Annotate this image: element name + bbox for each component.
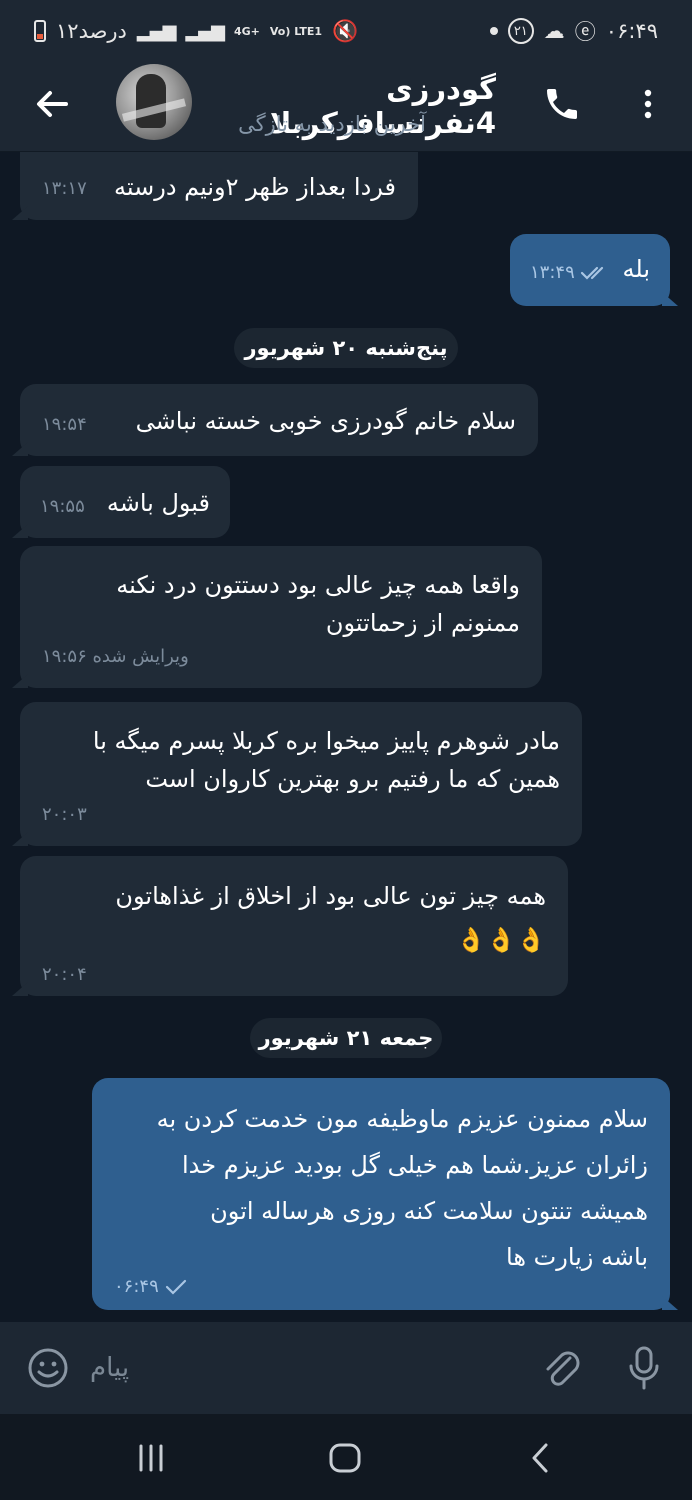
chat-header: گودرزی 4نفرنسافرکربلا آخرین بازدید به تا…: [0, 62, 692, 152]
message-bubble-incoming[interactable]: همه چیز تون عالی بود از اخلاق از غذاهاتو…: [20, 856, 568, 996]
signal-icon-2: ▂▄▆: [185, 20, 225, 42]
double-check-icon: [581, 266, 604, 280]
message-time: ۱۹:۵۵: [40, 496, 85, 517]
last-seen-status: آخرین بازدید به تازگی: [238, 112, 426, 136]
message-text: مادر شوهرم پاییز میخوا بره کربلا پسرم می…: [92, 727, 560, 793]
status-bar: ۱۲درصد ▂▄▆ ▂▄▆ 4G+ Vo) LTE1 🔇 ۲۱ ☁ ⓔ ۰۶:…: [0, 0, 692, 62]
message-bubble-outgoing[interactable]: سلام ممنون عزیزم ماوظیفه مون خدمت کردن ب…: [92, 1078, 670, 1310]
message-text: فردا بعداز ظهر ۲ونیم درسته: [114, 173, 396, 201]
message-text: همه چیز تون عالی بود از اخلاق از غذاهاتو…: [115, 882, 546, 954]
message-time: ۱۳:۱۷: [42, 178, 87, 199]
message-text: بله: [622, 255, 651, 283]
message-text: واقعا همه چیز عالی بود دستتون درد نکنه م…: [116, 571, 520, 637]
status-left: ۱۲درصد ▂▄▆ ▂▄▆ 4G+ Vo) LTE1 🔇: [34, 19, 358, 44]
message-bubble-incoming[interactable]: فردا بعداز ظهر ۲ونیم درسته ۱۳:۱۷: [20, 152, 418, 220]
message-time: ۲۰:۰۴: [42, 964, 87, 985]
date-separator: جمعه ۲۱ شهریور: [250, 1018, 442, 1058]
status-right: ۲۱ ☁ ⓔ ۰۶:۴۹: [489, 16, 658, 46]
notification-dot-icon: [489, 27, 498, 35]
message-meta: ویرایش شده ۱۹:۵۶: [42, 638, 189, 676]
message-text: سلام خانم گودرزی خوبی خسته نباشی: [135, 407, 516, 435]
message-time: ۱۳:۴۹: [530, 254, 610, 292]
more-options-icon[interactable]: [636, 84, 660, 124]
back-icon[interactable]: [528, 1442, 552, 1474]
phone-icon[interactable]: [542, 84, 582, 124]
message-time: ۱۹:۵۴: [42, 414, 87, 435]
home-icon[interactable]: [328, 1442, 362, 1474]
message-bubble-incoming[interactable]: مادر شوهرم پاییز میخوا بره کربلا پسرم می…: [20, 702, 582, 846]
volte-indicator: Vo) LTE1: [269, 24, 323, 38]
signal-icon: ▂▄▆: [136, 20, 177, 42]
message-composer: [0, 1322, 692, 1414]
message-bubble-incoming[interactable]: واقعا همه چیز عالی بود دستتون درد نکنه م…: [20, 546, 542, 688]
date-separator: پنج‌شنبه ۲۰ شهریور: [234, 328, 458, 368]
notification-count: ۲۱: [507, 18, 534, 44]
microphone-icon[interactable]: [624, 1344, 664, 1392]
edited-label: ویرایش شده: [92, 646, 189, 667]
message-input[interactable]: [90, 1342, 510, 1394]
message-time: ۱۹:۵۶: [42, 646, 87, 667]
message-text: قبول باشه: [106, 489, 210, 517]
back-arrow-icon[interactable]: [32, 84, 72, 124]
message-time: ۲۰:۰۳: [42, 804, 87, 825]
app-icon: ⓔ: [574, 20, 596, 44]
message-bubble-incoming[interactable]: قبول باشه ۱۹:۵۵: [20, 466, 230, 538]
message-bubble-outgoing[interactable]: بله ۱۳:۴۹: [510, 234, 670, 306]
mute-icon: 🔇: [332, 18, 359, 43]
recent-apps-icon[interactable]: [136, 1442, 166, 1474]
clock: ۰۶:۴۹: [605, 19, 658, 43]
check-icon: [166, 1279, 187, 1295]
battery-level: ۱۲درصد: [56, 19, 127, 43]
network-type: 4G+: [233, 24, 260, 38]
battery-icon: [34, 20, 46, 42]
message-text: سلام ممنون عزیزم ماوظیفه مون خدمت کردن ب…: [156, 1105, 648, 1271]
paperclip-icon[interactable]: [540, 1344, 584, 1392]
weather-icon: ☁: [543, 19, 565, 43]
system-navigation-bar: [0, 1414, 692, 1500]
emoji-icon[interactable]: [26, 1346, 70, 1390]
message-bubble-incoming[interactable]: سلام خانم گودرزی خوبی خسته نباشی ۱۹:۵۴: [20, 384, 538, 456]
message-time: ۰۶:۴۹: [114, 1276, 188, 1298]
